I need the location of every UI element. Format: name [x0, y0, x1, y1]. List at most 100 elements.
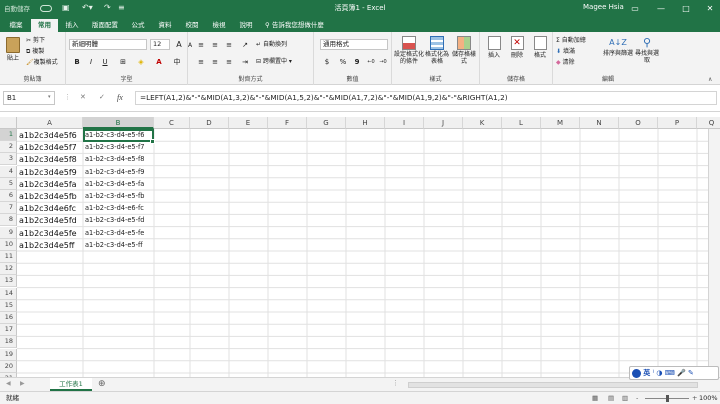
copy-button[interactable]: ⧉ 複製 [26, 47, 44, 56]
row-header-7[interactable]: 7 [0, 202, 17, 215]
fill-button[interactable]: ⬇ 填滿 [556, 47, 575, 56]
column-header-p[interactable]: P [658, 117, 697, 129]
formula-input[interactable]: =LEFT(A1,2)&"-"&MID(A1,3,2)&"-"&MID(A1,5… [135, 91, 717, 105]
cell-a1[interactable]: a1b2c3d4e5f6 [19, 130, 77, 142]
insert-cells-button[interactable]: 插入 [483, 36, 505, 59]
row-header-1[interactable]: 1 [0, 129, 17, 141]
row-header-9[interactable]: 9 [0, 226, 17, 239]
tell-me-box[interactable]: ⚲ 告訴我您想做什麼 [265, 19, 324, 32]
column-header-a[interactable]: A [17, 117, 83, 129]
page-layout-view-icon[interactable]: ▤ [608, 392, 614, 404]
horizontal-scrollbar[interactable] [408, 382, 698, 388]
column-header-q[interactable]: Q [697, 117, 720, 129]
percent-button[interactable]: % [336, 56, 350, 68]
column-header-o[interactable]: O [619, 117, 658, 129]
cell-a7[interactable]: a1b2c3d4e6fc [19, 203, 76, 215]
enter-formula-button[interactable]: ✓ [99, 93, 105, 101]
format-painter-button[interactable]: 🖌複製格式 [26, 58, 58, 67]
cell-a2[interactable]: a1b2c3d4e5f7 [19, 142, 77, 154]
font-size-select[interactable]: 12 [150, 39, 170, 50]
insert-function-button[interactable]: fx [117, 93, 123, 102]
collapse-ribbon-icon[interactable]: ∧ [708, 76, 712, 83]
add-sheet-button[interactable]: ⊕ [98, 379, 106, 389]
ime-mode[interactable]: 英 [643, 369, 650, 377]
tab-formulas[interactable]: 公式 [126, 19, 150, 32]
cancel-formula-button[interactable]: ✕ [80, 93, 86, 101]
vertical-scrollbar[interactable] [708, 129, 720, 377]
decrease-decimal-icon[interactable]: →0 [376, 56, 390, 68]
orientation-icon[interactable]: ↗ [238, 39, 252, 51]
align-right-icon[interactable]: ≡ [222, 56, 236, 68]
column-header-k[interactable]: K [463, 117, 502, 129]
column-header-h[interactable]: H [346, 117, 385, 129]
zoom-level[interactable]: 100% [699, 392, 718, 404]
cell-a10[interactable]: a1b2c3d4e5ff [19, 240, 74, 252]
row-header-16[interactable]: 16 [0, 312, 17, 324]
sort-filter-button[interactable]: A↓Z 排序與篩選 [603, 36, 633, 57]
align-top-icon[interactable]: ≡ [194, 39, 208, 51]
row-header-2[interactable]: 2 [0, 141, 17, 154]
row-header-5[interactable]: 5 [0, 177, 17, 190]
scroll-last-sheet-icon[interactable]: ▶ [20, 380, 25, 387]
ribbon-display-options-icon[interactable]: ▭ [624, 0, 646, 17]
normal-view-icon[interactable]: ▦ [592, 392, 598, 404]
row-header-4[interactable]: 4 [0, 165, 17, 178]
row-header-15[interactable]: 15 [0, 299, 17, 312]
row-header-20[interactable]: 20 [0, 360, 17, 373]
phonetic-button[interactable]: 中 [170, 56, 184, 68]
cell-b4[interactable]: a1-b2-c3-d4-e5-f9 [85, 167, 144, 179]
tab-insert[interactable]: 插入 [60, 19, 84, 32]
cell-b3[interactable]: a1-b2-c3-d4-e5-f8 [85, 154, 144, 166]
active-cell-border[interactable] [83, 129, 154, 142]
tab-page-layout[interactable]: 版面配置 [88, 19, 122, 32]
cell-styles-button[interactable]: 儲存格樣式 [450, 36, 478, 65]
cell-b5[interactable]: a1-b2-c3-d4-e5-fa [85, 179, 144, 191]
column-header-i[interactable]: I [385, 117, 424, 129]
row-header-3[interactable]: 3 [0, 153, 17, 166]
underline-button[interactable]: U [98, 56, 112, 68]
tab-review[interactable]: 校閱 [180, 19, 204, 32]
borders-icon[interactable]: ⊞ [116, 56, 130, 68]
cell-a5[interactable]: a1b2c3d4e5fa [19, 179, 77, 191]
format-cells-button[interactable]: 格式 [529, 36, 551, 59]
row-header-19[interactable]: 19 [0, 348, 17, 361]
cell-b10[interactable]: a1-b2-c3-d4-e5-ff [85, 240, 143, 252]
row-header-17[interactable]: 17 [0, 324, 17, 337]
row-header-13[interactable]: 13 [0, 275, 17, 288]
zoom-out-button[interactable]: - [636, 392, 638, 404]
align-left-icon[interactable]: ≡ [194, 56, 208, 68]
row-header-11[interactable]: 11 [0, 251, 17, 263]
merge-center-button[interactable]: ⊟ 跨欄置中 ▾ [256, 57, 292, 66]
zoom-slider-thumb[interactable] [666, 395, 669, 402]
tab-split-handle-icon[interactable]: ⋮ [392, 379, 399, 387]
tab-help[interactable]: 說明 [234, 19, 258, 32]
row-header-6[interactable]: 6 [0, 190, 17, 202]
maximize-button[interactable]: □ [675, 0, 697, 17]
ime-tools-icons[interactable]: ⁾ ◑ ⌨ 🎤 ✎ [652, 369, 693, 377]
cell-b9[interactable]: a1-b2-c3-d4-e5-fe [85, 228, 144, 240]
cell-a3[interactable]: a1b2c3d4e5f8 [19, 154, 77, 166]
cell-b2[interactable]: a1-b2-c3-d4-e5-f7 [85, 142, 144, 154]
ime-toolbar[interactable]: 英 ⁾ ◑ ⌨ 🎤 ✎ [629, 366, 719, 380]
user-name[interactable]: Magee Hsia [583, 3, 624, 11]
name-box-chevron-icon[interactable]: ▾ [48, 94, 51, 100]
row-header-18[interactable]: 18 [0, 336, 17, 349]
paste-button[interactable]: 貼上 [4, 37, 22, 62]
cell-a4[interactable]: a1b2c3d4e5f9 [19, 167, 77, 179]
column-header-l[interactable]: L [502, 117, 541, 129]
tab-data[interactable]: 資料 [153, 19, 177, 32]
row-header-10[interactable]: 10 [0, 238, 17, 251]
column-header-n[interactable]: N [580, 117, 619, 129]
row-header-14[interactable]: 14 [0, 287, 17, 300]
scroll-first-sheet-icon[interactable]: ◀ [6, 380, 11, 387]
format-as-table-button[interactable]: 格式化為表格 [424, 36, 450, 65]
cell-a8[interactable]: a1b2c3d4e5fd [19, 215, 77, 227]
cell-b7[interactable]: a1-b2-c3-d4-e6-fc [85, 203, 144, 215]
row-header-8[interactable]: 8 [0, 214, 17, 227]
indent-icon[interactable]: ⇥ [238, 56, 252, 68]
cell-a9[interactable]: a1b2c3d4e5fe [19, 228, 77, 240]
find-select-button[interactable]: ⚲ 尋找與選取 [633, 36, 661, 64]
font-color-icon[interactable]: A [152, 56, 166, 68]
conditional-formatting-button[interactable]: 設定格式化的條件 [394, 36, 424, 65]
column-header-e[interactable]: E [229, 117, 268, 129]
